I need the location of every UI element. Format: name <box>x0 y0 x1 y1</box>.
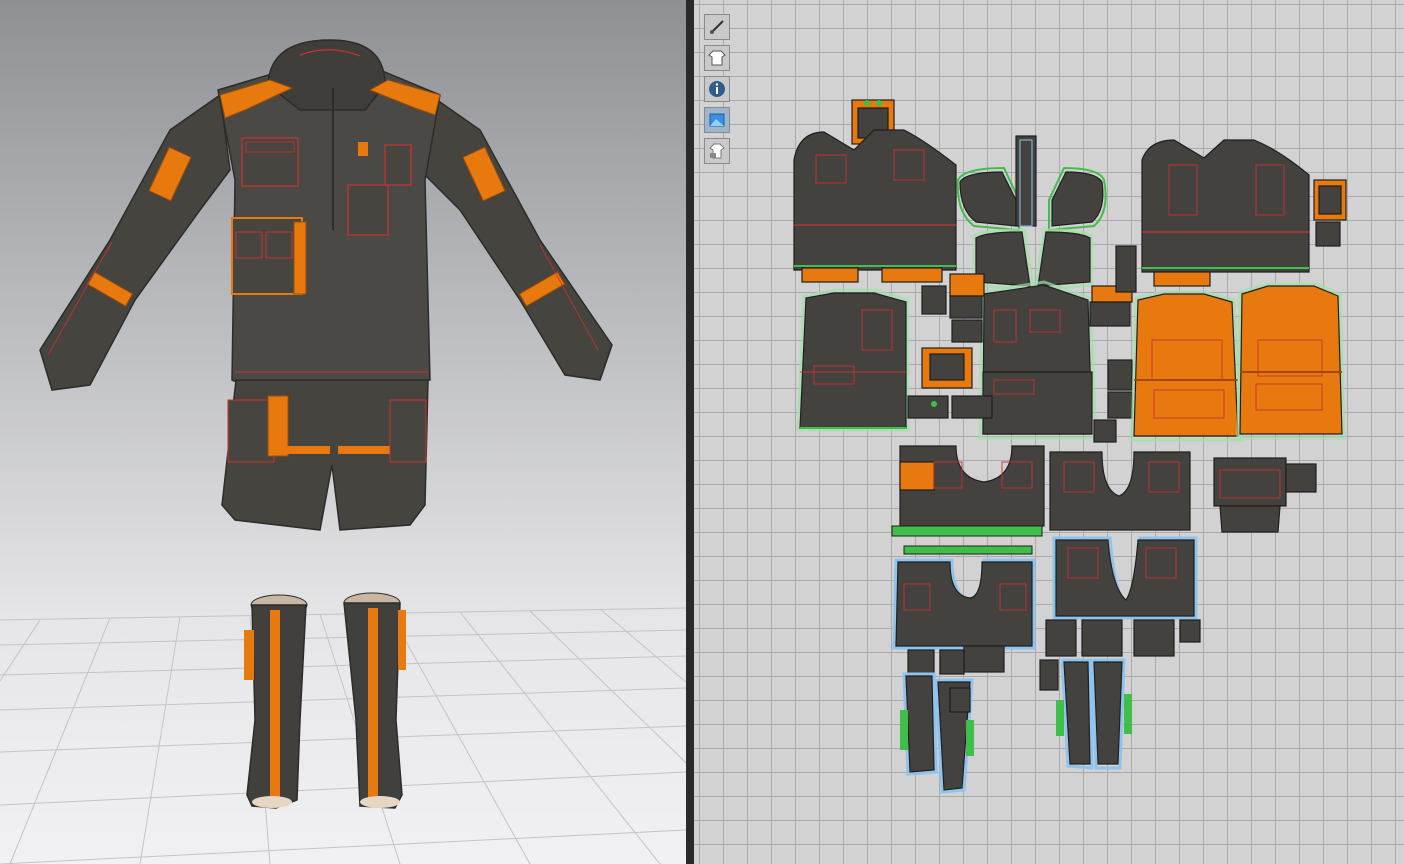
jacket-right-sleeve <box>419 93 613 381</box>
pattern-piece-strap-top <box>851 99 895 145</box>
3d-scene <box>0 39 686 864</box>
2d-pattern-viewport[interactable]: .pc { fill:#43423f; stroke:#1f1f1e; stro… <box>694 0 1404 864</box>
pattern-piece-sleeve-right <box>1141 139 1347 287</box>
texture-visibility-icon[interactable] <box>704 107 730 133</box>
floor-grid <box>0 607 686 864</box>
chest-pocket-left <box>241 137 299 187</box>
pattern-piece-hood <box>956 135 1107 292</box>
3d-viewport[interactable] <box>0 0 686 864</box>
info-visibility-icon[interactable] <box>704 76 730 102</box>
jacket-3d[interactable] <box>39 39 613 391</box>
pattern-piece-small-pockets <box>907 245 1137 443</box>
pattern-piece-front-left <box>796 288 910 432</box>
2d-visibility-toolbar <box>704 14 730 169</box>
garment-lock-icon[interactable] <box>704 138 730 164</box>
pattern-piece-back-orange-right <box>1236 282 1346 440</box>
pattern-pieces-layer: .pc { fill:#43423f; stroke:#1f1f1e; stro… <box>793 99 1347 794</box>
pattern-piece-back-orange-left <box>1130 290 1244 442</box>
pattern-piece-sleeve-left <box>793 129 957 283</box>
brush-visibility-icon[interactable] <box>704 14 730 40</box>
shorts-right-pocket <box>389 399 427 463</box>
pattern-piece-boot-left <box>900 672 974 794</box>
pattern-piece-front-center <box>978 280 1098 440</box>
boot-right-3d[interactable] <box>343 592 406 809</box>
garment-visibility-icon[interactable] <box>704 45 730 71</box>
chest-pocket-right <box>347 184 389 236</box>
jacket-hood <box>267 39 386 111</box>
pane-splitter[interactable] <box>686 0 694 864</box>
shorts-left-pocket <box>227 399 275 463</box>
pattern-piece-shorts-front <box>891 445 1045 555</box>
app-window: .pc { fill:#43423f; stroke:#1f1f1e; stro… <box>0 0 1404 864</box>
jacket-left-sleeve <box>39 93 231 391</box>
pattern-piece-shorts-back <box>1049 451 1317 533</box>
pattern-piece-shorts-lower <box>892 536 1201 675</box>
pattern-piece-boot-right <box>1039 658 1132 770</box>
shorts-3d[interactable] <box>221 379 429 531</box>
